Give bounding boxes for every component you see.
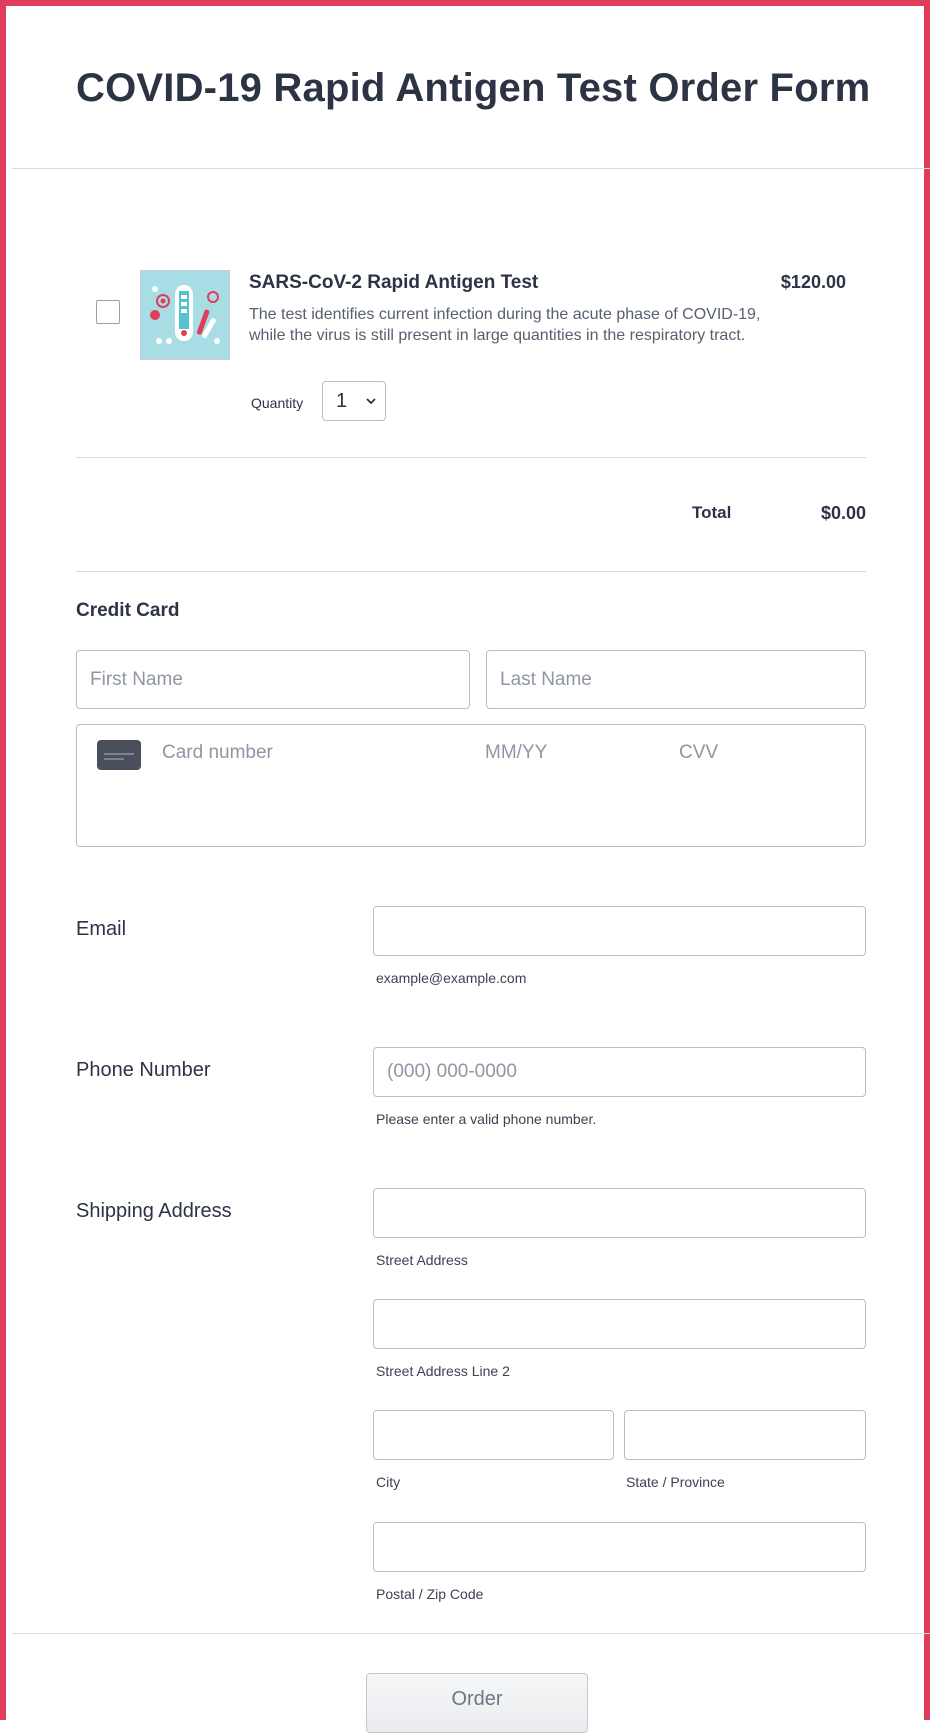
card-details-box: Card number MM/YY CVV — [76, 724, 866, 847]
footer-divider — [12, 1633, 930, 1634]
quantity-label: Quantity — [251, 395, 304, 411]
product-name: SARS-CoV-2 Rapid Antigen Test — [249, 272, 539, 293]
credit-card-title: Credit Card — [76, 600, 180, 621]
product-price: $120.00 — [780, 272, 846, 292]
form-frame: COVID-19 Rapid Antigen Test Order Form S… — [0, 0, 930, 1733]
product-image — [140, 270, 230, 360]
shipping-label: Shipping Address — [76, 1200, 232, 1222]
credit-card-icon — [97, 740, 141, 770]
zip-code-input[interactable] — [373, 1522, 866, 1572]
order-button-label: Order — [451, 1688, 503, 1710]
state-input[interactable] — [624, 1410, 866, 1460]
last-name-placeholder: Last Name — [500, 668, 592, 690]
email-label: Email — [76, 918, 127, 940]
card-cvv-input[interactable]: CVV — [679, 742, 718, 764]
form-header: COVID-19 Rapid Antigen Test Order Form — [12, 12, 930, 169]
product-checkbox[interactable] — [96, 300, 120, 324]
zip-code-sublabel: Postal / Zip Code — [376, 1586, 484, 1602]
street-address-input[interactable] — [373, 1188, 866, 1238]
first-name-placeholder: First Name — [90, 668, 183, 690]
city-sublabel: City — [376, 1474, 401, 1490]
total-label: Total — [692, 503, 732, 522]
form-title: COVID-19 Rapid Antigen Test Order Form — [76, 66, 871, 110]
street-address-2-sublabel: Street Address Line 2 — [376, 1363, 510, 1379]
last-name-input[interactable]: Last Name — [486, 650, 866, 709]
first-name-input[interactable]: First Name — [76, 650, 470, 709]
divider — [76, 571, 866, 572]
order-button[interactable]: Order — [366, 1673, 588, 1733]
quantity-select[interactable]: 1 — [322, 381, 386, 421]
chevron-down-icon — [366, 398, 376, 405]
city-input[interactable] — [373, 1410, 614, 1460]
card-expiry-input[interactable]: MM/YY — [485, 742, 547, 764]
antigen-test-kit-icon — [141, 271, 229, 359]
street-address-2-input[interactable] — [373, 1299, 866, 1349]
phone-sublabel: Please enter a valid phone number. — [376, 1111, 597, 1127]
card-number-input[interactable]: Card number — [162, 742, 273, 764]
street-address-sublabel: Street Address — [376, 1252, 468, 1268]
phone-label: Phone Number — [76, 1059, 211, 1081]
total-value: $0.00 — [820, 503, 866, 523]
phone-input[interactable]: (000) 000-0000 — [373, 1047, 866, 1097]
quantity-value: 1 — [336, 390, 348, 412]
product-description: The test identifies current infection du… — [249, 306, 761, 344]
phone-placeholder: (000) 000-0000 — [387, 1061, 517, 1082]
divider — [76, 457, 866, 458]
state-sublabel: State / Province — [626, 1474, 725, 1490]
email-sublabel: example@example.com — [376, 970, 527, 986]
email-input[interactable] — [373, 906, 866, 956]
